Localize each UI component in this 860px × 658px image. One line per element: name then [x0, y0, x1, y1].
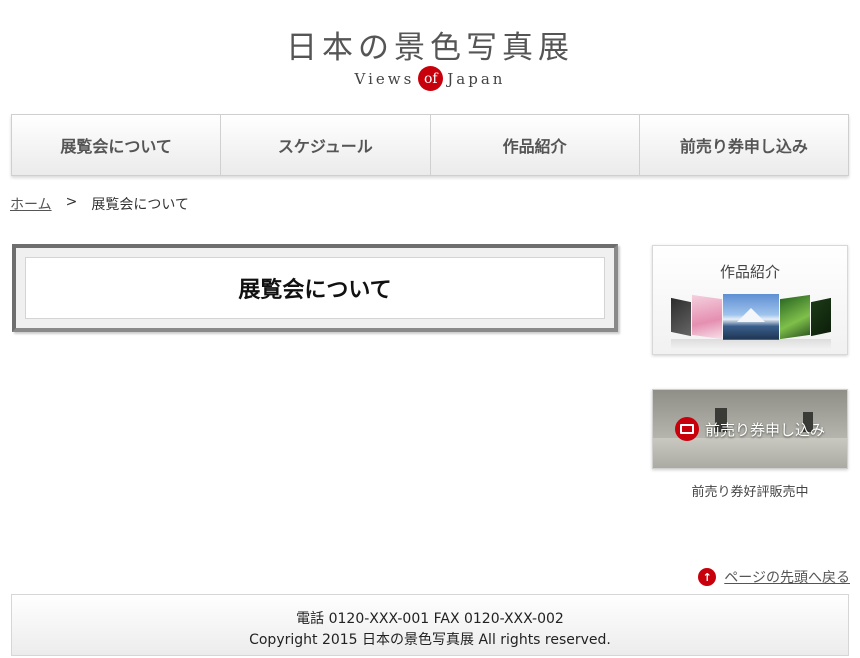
ticket-banner-label: 前売り券申し込み	[704, 420, 825, 439]
page-top-label: ページの先頭へ戻る	[724, 570, 850, 586]
gallery-photo-forest	[811, 297, 831, 337]
ticket-banner-content: 前売り券申し込み	[653, 390, 847, 468]
global-nav: 展覧会について スケジュール 作品紹介 前売り券申し込み	[11, 114, 849, 176]
footer-copyright: Copyright 2015 日本の景色写真展 All rights reser…	[249, 632, 611, 648]
breadcrumb-separator: >	[65, 194, 78, 210]
breadcrumb-current: 展覧会について	[91, 197, 189, 213]
footer: 電話 0120-XXX-001 FAX 0120-XXX-002 Copyrig…	[11, 594, 849, 656]
works-gallery-image	[671, 294, 831, 344]
site-subtitle: Views of Japan	[0, 66, 860, 91]
gallery-reflection	[671, 339, 831, 349]
nav-item-about[interactable]: 展覧会について	[12, 115, 222, 175]
breadcrumb-home-link[interactable]: ホーム	[10, 194, 52, 214]
site-title: 日本の景色写真展	[286, 30, 574, 66]
nav-item-tickets[interactable]: 前売り券申し込み	[639, 115, 848, 175]
gallery-photo-fuji	[723, 294, 779, 340]
breadcrumb: ホーム > 展覧会について	[10, 194, 189, 214]
gallery-photo-sakura	[692, 294, 722, 340]
nav-item-schedule[interactable]: スケジュール	[221, 115, 431, 175]
arrow-up-icon: ↑	[698, 568, 717, 586]
gallery-photo-field	[780, 294, 810, 340]
footer-contact: 電話 0120-XXX-001 FAX 0120-XXX-002	[296, 611, 564, 627]
works-banner-label: 作品紹介	[719, 263, 780, 281]
sidebar-ticket-banner[interactable]: 前売り券申し込み	[652, 389, 848, 469]
gallery-photo-dark	[671, 297, 691, 337]
nav-item-works[interactable]: 作品紹介	[430, 115, 640, 175]
ticket-note: 前売り券好評販売中	[691, 485, 809, 500]
page-top-link[interactable]: ↑ ページの先頭へ戻る	[698, 567, 850, 587]
subtitle-views: Views	[354, 69, 415, 88]
site-logo[interactable]: 日本の景色写真展 Views of Japan	[0, 0, 860, 110]
subtitle-of-badge: of	[418, 66, 444, 91]
page-title: 展覧会について	[25, 257, 605, 319]
sidebar-works-banner[interactable]: 作品紹介	[652, 245, 848, 355]
ticket-icon	[674, 417, 699, 441]
subtitle-japan: Japan	[447, 69, 506, 88]
page-title-box: 展覧会について	[12, 244, 618, 332]
